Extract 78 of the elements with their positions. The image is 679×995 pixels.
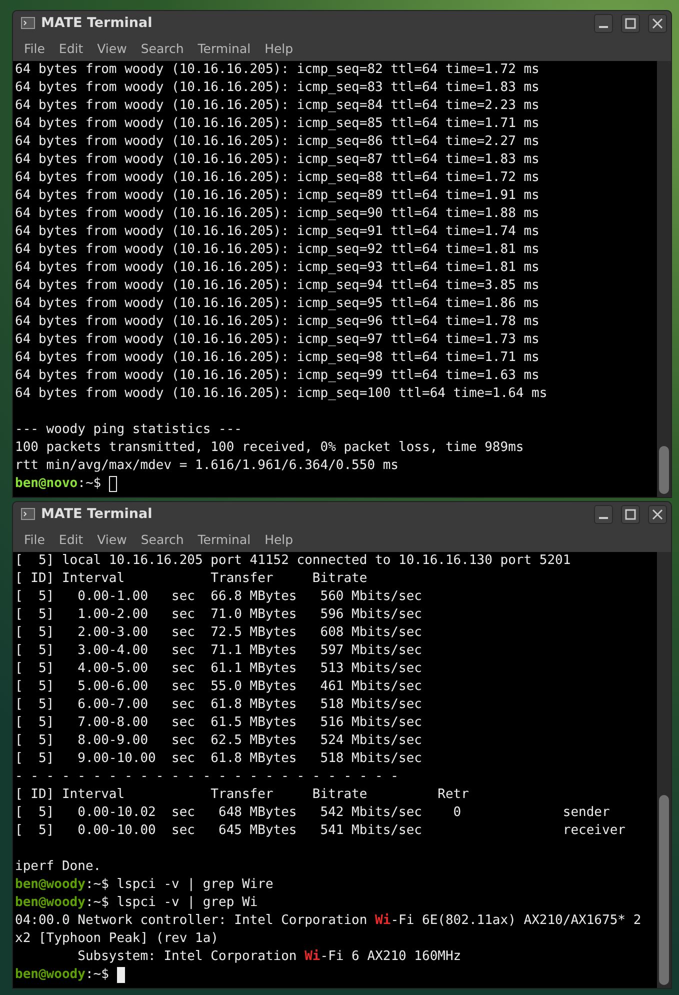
menu-item[interactable]: Terminal bbox=[190, 528, 258, 550]
terminal-line: 64 bytes from woody (10.16.16.205): icmp_seq=83 ttl=64 time=1.83 ms bbox=[15, 79, 540, 97]
close-button[interactable] bbox=[648, 504, 667, 524]
terminal-line: 64 bytes from woody (10.16.16.205): icmp_seq=89 ttl=64 time=1.91 ms bbox=[15, 187, 540, 205]
terminal-line: [ 5] 9.00-10.00 sec 61.8 MBytes 518 Mbits/sec bbox=[15, 750, 422, 768]
terminal-icon bbox=[21, 17, 35, 29]
terminal-line: [ 5] 8.00-9.00 sec 62.5 MBytes 524 Mbits/sec bbox=[15, 732, 422, 750]
terminal-line: 64 bytes from woody (10.16.16.205): icmp_seq=82 ttl=64 time=1.72 ms bbox=[15, 61, 540, 79]
scrollbar[interactable] bbox=[657, 61, 671, 497]
terminal-line: 04:00.0 Network controller: Intel Corporation Wi-Fi 6E(802.11ax) AX210/AX1675* 2 bbox=[15, 912, 642, 930]
terminal-line: ben@woody:~$ bbox=[15, 966, 110, 984]
terminal-line: [ 5] 0.00-10.00 sec 645 MBytes 541 Mbits/sec receiver bbox=[15, 822, 626, 840]
terminal-line: [ 5] 1.00-2.00 sec 71.0 MBytes 596 Mbits/sec bbox=[15, 606, 422, 624]
menu-item[interactable]: Search bbox=[134, 38, 191, 58]
terminal-icon bbox=[21, 508, 35, 520]
terminal-line: 64 bytes from woody (10.16.16.205): icmp_seq=99 ttl=64 time=1.63 ms bbox=[15, 367, 540, 385]
terminal-line: [ 5] 0.00-10.02 sec 648 MBytes 542 Mbits/sec 0 sender bbox=[15, 804, 610, 822]
terminal-line: 64 bytes from woody (10.16.16.205): icmp_seq=90 ttl=64 time=1.88 ms bbox=[15, 205, 540, 223]
window-title: MATE Terminal bbox=[41, 15, 154, 31]
terminal-line: [ 5] 7.00-8.00 sec 61.5 MBytes 516 Mbits/sec bbox=[15, 714, 422, 732]
scrollbar-thumb[interactable] bbox=[659, 795, 669, 985]
terminal-line: 64 bytes from woody (10.16.16.205): icmp_seq=97 ttl=64 time=1.73 ms bbox=[15, 331, 540, 349]
scrollbar-thumb[interactable] bbox=[659, 446, 669, 494]
terminal-line: [ ID] Interval Transfer Bitrate Retr bbox=[15, 786, 469, 804]
minimize-icon bbox=[599, 26, 608, 28]
menu-item[interactable]: File bbox=[17, 38, 52, 58]
menu-item[interactable]: Terminal bbox=[190, 38, 258, 58]
terminal-line: 64 bytes from woody (10.16.16.205): icmp_seq=84 ttl=64 time=2.23 ms bbox=[15, 97, 540, 115]
menu-item[interactable]: View bbox=[90, 38, 134, 58]
terminal-line: ben@novo:~$ bbox=[15, 475, 102, 493]
terminal-line: 64 bytes from woody (10.16.16.205): icmp_seq=100 ttl=64 time=1.64 ms bbox=[15, 385, 548, 403]
close-button[interactable] bbox=[648, 14, 667, 32]
terminal-line: 64 bytes from woody (10.16.16.205): icmp_seq=98 ttl=64 time=1.71 ms bbox=[15, 349, 540, 367]
terminal-line: [ 5] 3.00-4.00 sec 71.1 MBytes 597 Mbits/sec bbox=[15, 642, 422, 660]
scrollbar[interactable] bbox=[657, 552, 671, 988]
terminal-line: --- woody ping statistics --- bbox=[15, 421, 242, 439]
terminal-line: 64 bytes from woody (10.16.16.205): icmp_seq=94 ttl=64 time=3.85 ms bbox=[15, 277, 540, 295]
minimize-button[interactable] bbox=[594, 504, 613, 524]
terminal-line: [ ID] Interval Transfer Bitrate bbox=[15, 570, 368, 588]
menu-item[interactable]: View bbox=[90, 528, 134, 550]
terminal-line: ben@woody:~$ lspci -v | grep Wi bbox=[15, 894, 258, 912]
terminal-line: 64 bytes from woody (10.16.16.205): icmp_seq=86 ttl=64 time=2.27 ms bbox=[15, 133, 540, 151]
terminal-line: 100 packets transmitted, 100 received, 0% packet loss, time 989ms bbox=[15, 439, 524, 457]
minimize-button[interactable] bbox=[594, 14, 613, 32]
menu-item[interactable]: Edit bbox=[52, 528, 90, 550]
menu-item[interactable]: Help bbox=[258, 38, 300, 58]
terminal-line: x2 [Typhoon Peak] (rev 1a) bbox=[15, 930, 218, 948]
minimize-icon bbox=[599, 517, 608, 519]
maximize-button[interactable] bbox=[621, 504, 640, 524]
maximize-icon bbox=[624, 16, 637, 30]
terminal-line: [ 5] local 10.16.16.205 port 41152 connected to 10.16.16.130 port 5201 bbox=[15, 552, 571, 570]
terminal-line: 64 bytes from woody (10.16.16.205): icmp_seq=92 ttl=64 time=1.81 ms bbox=[15, 241, 540, 259]
terminal-line: 64 bytes from woody (10.16.16.205): icmp_seq=87 ttl=64 time=1.83 ms bbox=[15, 151, 540, 169]
menu-item[interactable]: File bbox=[17, 528, 52, 550]
terminal-line: - - - - - - - - - - - - - - - - - - - - - - - - - bbox=[15, 768, 399, 786]
terminal-line: [ 5] 6.00-7.00 sec 61.8 MBytes 518 Mbits/sec bbox=[15, 696, 422, 714]
terminal-line: [ 5] 2.00-3.00 sec 72.5 MBytes 608 Mbits/sec bbox=[15, 624, 422, 642]
close-icon bbox=[651, 16, 664, 30]
maximize-icon bbox=[624, 508, 637, 520]
menu-item[interactable]: Edit bbox=[52, 38, 90, 58]
terminal-line: 64 bytes from woody (10.16.16.205): icmp_seq=88 ttl=64 time=1.72 ms bbox=[15, 169, 540, 187]
terminal-line: 64 bytes from woody (10.16.16.205): icmp_seq=85 ttl=64 time=1.71 ms bbox=[15, 115, 540, 133]
terminal-line: iperf Done. bbox=[15, 858, 102, 876]
terminal-line: 64 bytes from woody (10.16.16.205): icmp_seq=91 ttl=64 time=1.74 ms bbox=[15, 223, 540, 241]
terminal-line: 64 bytes from woody (10.16.16.205): icmp_seq=95 ttl=64 time=1.86 ms bbox=[15, 295, 540, 313]
menu-item[interactable]: Help bbox=[258, 528, 300, 550]
terminal-line: [ 5] 5.00-6.00 sec 55.0 MBytes 461 Mbits/sec bbox=[15, 678, 422, 696]
terminal-line: Subsystem: Intel Corporation Wi-Fi 6 AX210 160MHz bbox=[76, 948, 462, 966]
terminal-line: [ 5] 4.00-5.00 sec 61.1 MBytes 513 Mbits/sec bbox=[15, 660, 422, 678]
terminal-line: [ 5] 0.00-1.00 sec 66.8 MBytes 560 Mbits/sec bbox=[15, 588, 422, 606]
window-title: MATE Terminal bbox=[41, 506, 154, 522]
terminal-line: rtt min/avg/max/mdev = 1.616/1.961/6.364/0.550 ms bbox=[15, 457, 399, 475]
menu-item[interactable]: Search bbox=[134, 528, 191, 550]
terminal-line: 64 bytes from woody (10.16.16.205): icmp_seq=96 ttl=64 time=1.78 ms bbox=[15, 313, 540, 331]
close-icon bbox=[651, 508, 664, 520]
terminal-line: 64 bytes from woody (10.16.16.205): icmp_seq=93 ttl=64 time=1.81 ms bbox=[15, 259, 540, 277]
terminal-line: ben@woody:~$ lspci -v | grep Wire bbox=[15, 876, 274, 894]
maximize-button[interactable] bbox=[621, 14, 640, 32]
